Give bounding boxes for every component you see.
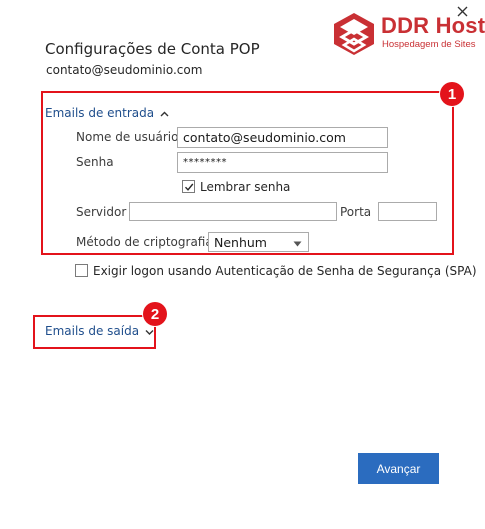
outgoing-email-toggle[interactable]: Emails de saída bbox=[45, 324, 154, 338]
checkmark-icon bbox=[184, 183, 193, 191]
logo-mark-icon bbox=[334, 13, 374, 55]
chevron-up-icon bbox=[160, 106, 169, 120]
spa-checkbox[interactable] bbox=[75, 264, 88, 277]
username-input[interactable]: contato@seudominio.com bbox=[177, 127, 388, 148]
server-input[interactable] bbox=[129, 202, 337, 221]
next-button[interactable]: Avançar bbox=[358, 453, 439, 484]
step-badge-2: 2 bbox=[143, 302, 167, 326]
incoming-email-toggle[interactable]: Emails de entrada bbox=[45, 106, 169, 120]
remember-password-checkbox[interactable] bbox=[182, 180, 195, 193]
port-input[interactable] bbox=[378, 202, 437, 221]
password-input[interactable]: ******** bbox=[177, 152, 388, 173]
remember-password-label: Lembrar senha bbox=[200, 180, 291, 194]
encryption-label: Método de criptografia bbox=[76, 235, 213, 249]
chevron-down-icon bbox=[145, 324, 154, 338]
spa-label: Exigir logon usando Autenticação de Senh… bbox=[93, 264, 477, 278]
encryption-value: Nenhum bbox=[214, 234, 267, 250]
logo-title: DDR Host bbox=[381, 13, 485, 38]
outgoing-email-label: Emails de saída bbox=[45, 324, 140, 338]
step-badge-1: 1 bbox=[440, 82, 464, 106]
username-label: Nome de usuário bbox=[76, 130, 179, 144]
incoming-email-label: Emails de entrada bbox=[45, 106, 155, 120]
password-label: Senha bbox=[76, 155, 114, 169]
account-email: contato@seudominio.com bbox=[46, 63, 203, 77]
dropdown-arrow-icon bbox=[293, 235, 302, 250]
ddr-host-logo: DDR Host Hospedagem de Sites bbox=[333, 12, 485, 58]
page-title: Configurações de Conta POP bbox=[45, 40, 260, 58]
logo-subtitle: Hospedagem de Sites bbox=[382, 39, 476, 50]
encryption-dropdown[interactable]: Nenhum bbox=[208, 232, 309, 252]
port-label: Porta bbox=[340, 205, 372, 219]
server-label: Servidor bbox=[76, 205, 127, 219]
